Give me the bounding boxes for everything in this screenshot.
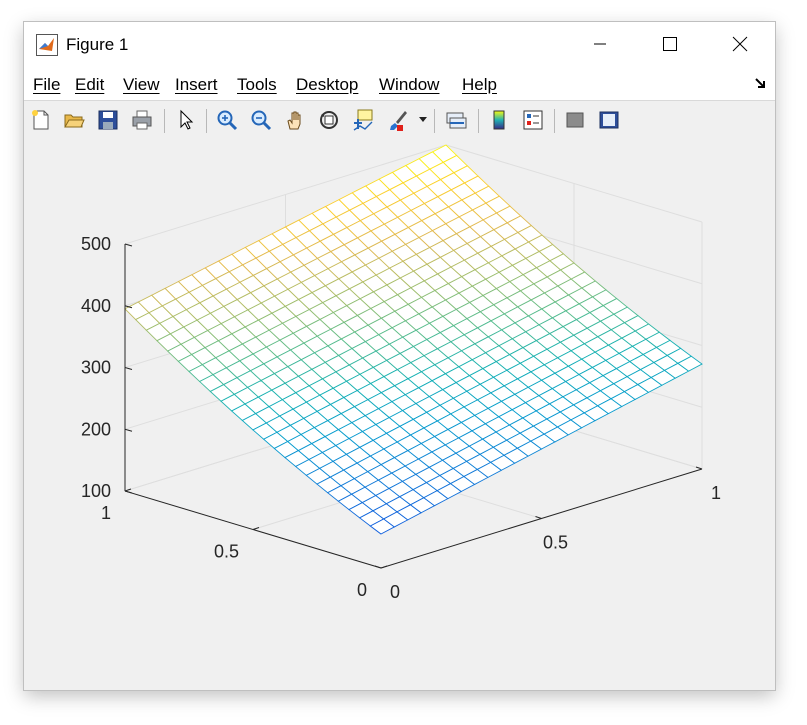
maximize-button[interactable] — [635, 22, 705, 66]
y-tick — [124, 488, 132, 492]
open-file-icon — [64, 114, 85, 128]
data-cursor-button[interactable] — [351, 108, 375, 132]
y-tick — [252, 527, 260, 530]
legend-button[interactable] — [521, 108, 545, 132]
close-button[interactable] — [705, 22, 775, 66]
zoom-in-icon — [217, 110, 238, 131]
colorbar-button[interactable] — [487, 108, 511, 132]
new-figure-icon — [32, 110, 49, 130]
toolbar-separator — [554, 109, 555, 133]
z-tick — [124, 490, 133, 494]
new-figure-button[interactable] — [29, 108, 53, 132]
colorbar-icon — [493, 110, 505, 130]
close-icon — [732, 36, 748, 52]
show-plot-tools-button[interactable] — [597, 108, 621, 132]
toolbar-separator — [164, 109, 165, 133]
dock-arrow-icon[interactable] — [755, 78, 767, 90]
menu-help[interactable]: Help — [462, 75, 497, 95]
pan-hand-icon — [287, 111, 301, 130]
menu-bar: File Edit View Insert Tools Desktop Wind… — [24, 66, 775, 100]
hide-plot-tools-button[interactable] — [563, 108, 587, 132]
link-plot-icon — [446, 112, 467, 129]
x-tick-label: 1 — [711, 483, 721, 503]
menu-edit[interactable]: Edit — [75, 75, 104, 95]
toolbar-separator — [206, 109, 207, 133]
toolbar-separator — [478, 109, 479, 133]
brush-icon — [390, 111, 407, 131]
z-tick-label: 300 — [81, 358, 111, 378]
menu-desktop[interactable]: Desktop — [296, 75, 358, 95]
z-tick — [124, 367, 133, 370]
print-icon — [132, 110, 152, 130]
minimize-icon — [594, 43, 606, 45]
matlab-logo-icon — [36, 34, 58, 56]
legend-icon — [523, 110, 543, 130]
menu-tools[interactable]: Tools — [237, 75, 277, 95]
z-tick-label: 500 — [81, 234, 111, 254]
rotate-3d-icon — [320, 111, 338, 129]
brush-dropdown-button[interactable] — [417, 108, 429, 132]
maximize-icon — [663, 37, 677, 51]
figure-toolbar — [24, 100, 775, 142]
pan-button[interactable] — [283, 108, 307, 132]
y-tick — [380, 565, 388, 569]
zoom-out-button[interactable] — [249, 108, 273, 132]
window-title: Figure 1 — [66, 35, 129, 54]
data-cursor-icon — [353, 109, 373, 131]
surface-mesh — [124, 144, 703, 535]
title-bar: Figure 1 — [24, 22, 775, 66]
z-tick — [124, 243, 133, 247]
y-tick-label: 0 — [357, 580, 367, 600]
z-tick-label: 100 — [81, 481, 111, 501]
toolbar-separator — [434, 109, 435, 133]
show-plot-tools-icon — [599, 111, 619, 129]
pointer-icon — [180, 109, 194, 130]
minimize-button[interactable] — [565, 22, 635, 66]
x-tick-label: 0.5 — [543, 533, 568, 553]
zoom-in-button[interactable] — [215, 108, 239, 132]
menu-view[interactable]: View — [123, 75, 160, 95]
pointer-button[interactable] — [174, 108, 198, 132]
y-tick-label: 0.5 — [214, 542, 239, 562]
hide-plot-tools-icon — [566, 112, 584, 128]
zoom-out-icon — [251, 110, 272, 131]
menu-window[interactable]: Window — [379, 75, 439, 95]
link-plot-button[interactable] — [444, 108, 468, 132]
brush-button[interactable] — [385, 108, 409, 132]
menu-file[interactable]: File — [33, 75, 60, 95]
save-icon — [98, 110, 118, 130]
menu-insert[interactable]: Insert — [175, 75, 218, 95]
z-tick — [124, 428, 133, 432]
rotate-3d-button[interactable] — [317, 108, 341, 132]
z-tick-label: 400 — [81, 296, 111, 316]
open-file-button[interactable] — [62, 108, 86, 132]
z-tick-label: 200 — [81, 419, 111, 439]
save-button[interactable] — [96, 108, 120, 132]
chevron-down-icon — [419, 117, 427, 122]
surface-plot[interactable]: 100 200 300 400 500 0 0.5 1 0 0.5 1 — [24, 141, 775, 690]
print-button[interactable] — [130, 108, 154, 132]
plot-area: 100 200 300 400 500 0 0.5 1 0 0.5 1 — [24, 141, 775, 690]
y-tick-label: 1 — [101, 503, 111, 523]
x-tick — [695, 466, 703, 470]
figure-window: Figure 1 File Edit View Insert Tools Des… — [24, 22, 775, 690]
x-tick-label: 0 — [390, 582, 400, 602]
x-tick — [374, 565, 382, 569]
x-tick — [535, 516, 542, 519]
